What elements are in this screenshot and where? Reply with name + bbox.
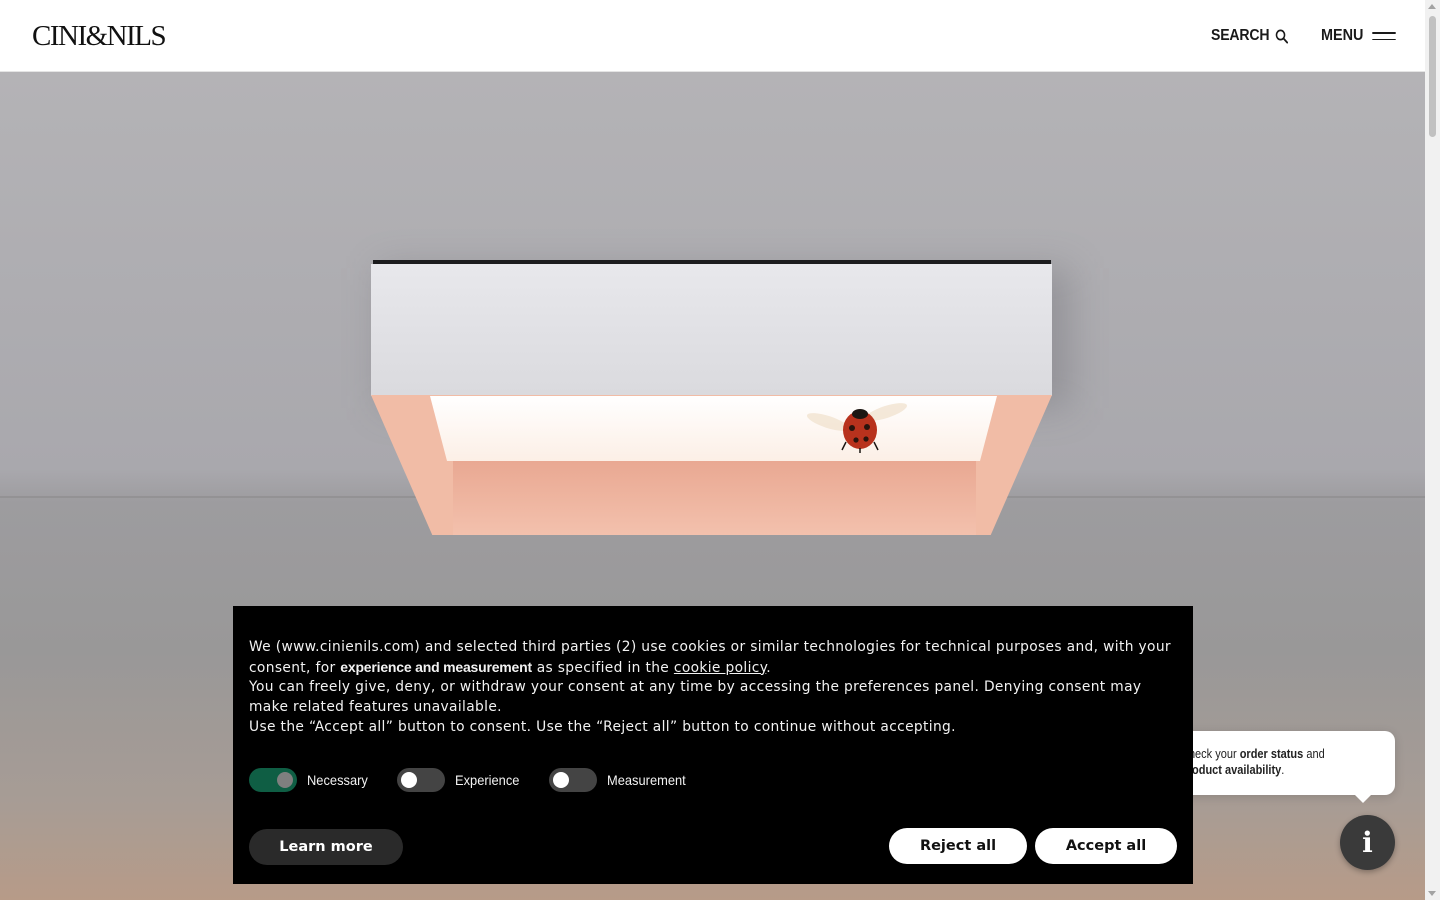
toggle-knob <box>277 772 293 788</box>
cookie-policy-link[interactable]: cookie policy <box>674 660 766 676</box>
cookie-paragraph-1: We (www.cinienils.com) and selected thir… <box>249 638 1179 678</box>
menu-label: MENU <box>1321 27 1364 44</box>
site-header: CINI&NILS SEARCH MENU <box>0 0 1425 72</box>
info-button[interactable]: i <box>1340 815 1395 870</box>
toggle-knob <box>401 772 418 788</box>
lamp-body <box>371 264 1052 396</box>
scroll-up-arrow-icon[interactable] <box>1428 4 1436 9</box>
toggle-measurement: Measurement <box>549 768 693 792</box>
scroll-thumb[interactable] <box>1429 16 1436 137</box>
tooltip-text-part: . <box>1281 763 1285 777</box>
consent-toggles: Necessary Experience Measurement <box>249 768 717 792</box>
measurement-toggle-switch[interactable] <box>549 768 598 792</box>
info-tooltip-text: Check your order status and product avai… <box>1181 746 1357 778</box>
search-label: SEARCH <box>1211 27 1270 44</box>
tooltip-product-availability: product availability <box>1181 763 1282 777</box>
brand-logo[interactable]: CINI&NILS <box>32 20 167 52</box>
cookie-paragraph-3: Use the “Accept all” button to consent. … <box>249 718 956 735</box>
info-tooltip: Check your order status and product avai… <box>1175 731 1395 803</box>
toggle-necessary: Necessary <box>249 768 373 792</box>
lamp-inner-shade <box>453 461 976 535</box>
reject-all-button[interactable]: Reject all <box>889 828 1027 864</box>
necessary-toggle-switch[interactable] <box>249 768 297 792</box>
lamp-light <box>430 396 997 461</box>
search-icon <box>1276 29 1289 44</box>
search-button[interactable]: SEARCH <box>1211 24 1289 48</box>
cookie-text-part: . <box>766 659 772 676</box>
cookie-text-part: as specified in the <box>531 659 674 676</box>
toggle-experience: Experience <box>397 768 525 792</box>
accept-all-button[interactable]: Accept all <box>1035 828 1177 864</box>
cookie-banner: We (www.cinienils.com) and selected thir… <box>233 606 1193 884</box>
tooltip-order-status: order status <box>1239 747 1304 761</box>
cookie-text: We (www.cinienils.com) and selected thir… <box>249 638 1179 738</box>
menu-button[interactable]: MENU <box>1321 24 1396 48</box>
experience-label: Experience <box>455 772 520 788</box>
tooltip-text-part: and <box>1303 747 1325 761</box>
necessary-label: Necessary <box>307 772 368 788</box>
scroll-down-arrow-icon[interactable] <box>1428 891 1436 896</box>
learn-more-button[interactable]: Learn more <box>249 829 403 865</box>
hamburger-icon <box>1372 32 1396 40</box>
experience-toggle-switch[interactable] <box>397 768 446 792</box>
cookie-purposes: experience and measurement <box>340 658 532 675</box>
page-scrollbar[interactable] <box>1425 0 1440 900</box>
toggle-knob <box>553 772 570 788</box>
measurement-label: Measurement <box>607 772 686 788</box>
cookie-paragraph-2: You can freely give, deny, or withdraw y… <box>249 679 1142 716</box>
info-icon: i <box>1362 826 1373 859</box>
ladybug-icon <box>806 403 908 453</box>
